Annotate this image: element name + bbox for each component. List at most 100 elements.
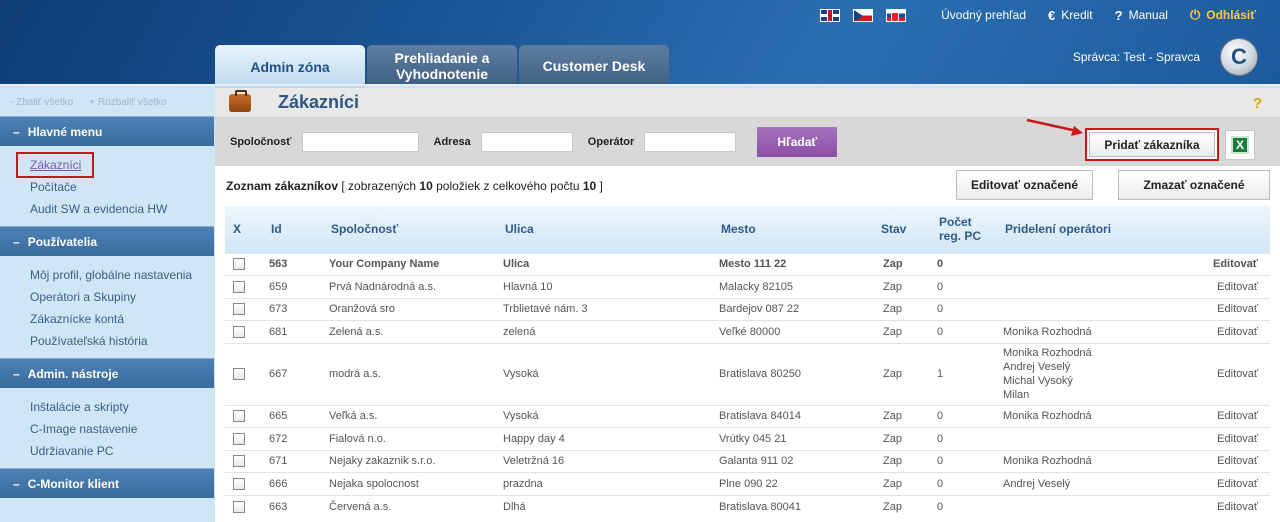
minus-icon: – bbox=[13, 124, 20, 139]
row-street: Ulica bbox=[495, 252, 711, 276]
sidebar-item-pc-maintenance[interactable]: Udržiavanie PC bbox=[30, 440, 214, 462]
row-id: 663 bbox=[261, 494, 321, 518]
col-operators: Pridelení operátori bbox=[1005, 222, 1112, 237]
operator-input[interactable] bbox=[644, 132, 737, 152]
row-pc-count: 1 bbox=[929, 342, 995, 405]
col-company[interactable]: Spoločnosť bbox=[321, 206, 495, 253]
tab-customer-desk[interactable]: Customer Desk bbox=[519, 45, 669, 86]
row-edit-link[interactable]: Editovať bbox=[1185, 252, 1270, 276]
row-edit-link[interactable]: Editovať bbox=[1185, 320, 1270, 343]
sidebar-item-my-profile[interactable]: Môj profil, globálne nastavenia bbox=[30, 264, 214, 286]
row-pc-count: 0 bbox=[929, 427, 995, 450]
add-customer-button[interactable]: Pridať zákazníka bbox=[1089, 132, 1215, 157]
row-edit-link[interactable]: Editovať bbox=[1185, 404, 1270, 428]
col-city[interactable]: Mesto bbox=[711, 206, 875, 253]
power-icon: ⏻ bbox=[1189, 7, 1201, 22]
row-checkbox[interactable] bbox=[233, 325, 245, 338]
excel-export-button[interactable]: X bbox=[1225, 130, 1255, 160]
help-icon: ? bbox=[1114, 7, 1123, 23]
col-pc-count[interactable]: Počet reg. PC bbox=[929, 206, 995, 253]
credit-link[interactable]: € Kredit bbox=[1048, 8, 1093, 23]
page-title-bar: Zákazníci ? bbox=[215, 88, 1280, 118]
sidebar-section-admin-tools[interactable]: – Admin. nástroje bbox=[0, 358, 214, 388]
row-company: Veľká a.s. bbox=[321, 404, 495, 428]
row-edit-link[interactable]: Editovať bbox=[1185, 275, 1270, 298]
table-row: 667 modrá a.s. Vysoká Bratislava 80250 Zap 1 M… bbox=[225, 342, 1270, 405]
sidebar-item-customer-accounts[interactable]: Zákaznícke kontá bbox=[30, 308, 214, 330]
operator-name: Milan bbox=[1003, 389, 1030, 401]
sidebar-section-main-menu[interactable]: – Hlavné menu bbox=[0, 116, 214, 146]
row-checkbox[interactable] bbox=[233, 280, 245, 293]
row-checkbox[interactable] bbox=[233, 303, 245, 316]
row-pc-count: 0 bbox=[929, 472, 995, 495]
row-edit-link[interactable]: Editovať bbox=[1185, 472, 1270, 495]
table-row: 671 Nejaky zakaznik s.r.o. Veletržná 16 Gal… bbox=[225, 449, 1270, 473]
row-pc-count: 0 bbox=[929, 320, 995, 343]
row-select-cell bbox=[225, 427, 261, 450]
table-row: 672 Fialová n.o. Happy day 4 Vrútky 045 21 Z… bbox=[225, 427, 1270, 450]
row-operators bbox=[995, 275, 1185, 298]
excel-icon: X bbox=[1231, 136, 1249, 154]
help-icon[interactable]: ? bbox=[1253, 95, 1262, 112]
row-edit-link[interactable]: Editovať bbox=[1185, 449, 1270, 473]
row-edit-link[interactable]: Editovať bbox=[1185, 494, 1270, 518]
shown-count: 10 bbox=[419, 179, 433, 193]
row-company: Your Company Name bbox=[321, 252, 495, 276]
sidebar-items-main-menu: Zákazníci Počítače Audit SW a evidencia … bbox=[0, 146, 214, 226]
row-edit-link[interactable]: Editovať bbox=[1185, 427, 1270, 450]
row-checkbox[interactable] bbox=[233, 500, 245, 513]
flag-cz-icon[interactable] bbox=[853, 8, 874, 22]
collapse-all-link[interactable]: - Zbaliť všetko bbox=[10, 97, 73, 108]
sidebar-item-cimage-settings[interactable]: C-Image nastavenie bbox=[30, 418, 214, 440]
search-button[interactable]: Hľadať bbox=[757, 127, 838, 157]
row-id: 671 bbox=[261, 449, 321, 473]
company-input[interactable] bbox=[301, 132, 419, 152]
row-checkbox[interactable] bbox=[233, 258, 245, 271]
row-select-cell bbox=[225, 252, 261, 276]
arrow-icon bbox=[1026, 118, 1083, 136]
row-checkbox[interactable] bbox=[233, 477, 245, 490]
flag-sk-icon[interactable] bbox=[886, 8, 907, 22]
sidebar-section-cmonitor-client[interactable]: – C-Monitor klient bbox=[0, 468, 214, 498]
row-city: Bardejov 087 22 bbox=[711, 297, 875, 321]
edit-selected-button[interactable]: Editovať označené bbox=[956, 170, 1093, 200]
sidebar-item-computers[interactable]: Počítače bbox=[30, 176, 214, 198]
sidebar-section-users[interactable]: – Používatelia bbox=[0, 226, 214, 256]
sidebar-item-user-history[interactable]: Používateľská história bbox=[30, 330, 214, 352]
sidebar-item-customers[interactable]: Zákazníci bbox=[16, 152, 214, 178]
row-operators: Monika Rozhodná bbox=[995, 320, 1185, 343]
sidebar: - Zbaliť všetko + Rozbaliť všetko – Hlav… bbox=[0, 88, 214, 522]
col-state[interactable]: Stav bbox=[875, 206, 929, 253]
col-id[interactable]: Id bbox=[261, 206, 321, 253]
row-checkbox[interactable] bbox=[233, 432, 245, 445]
section-title: Admin. nástroje bbox=[27, 366, 119, 381]
row-checkbox[interactable] bbox=[233, 410, 245, 423]
sidebar-item-operators[interactable]: Operátori a Skupiny bbox=[30, 286, 214, 308]
row-select-cell bbox=[225, 320, 261, 343]
row-select-cell bbox=[225, 472, 261, 495]
overview-link[interactable]: Úvodný prehľad bbox=[941, 8, 1026, 22]
row-edit-link[interactable]: Editovať bbox=[1185, 297, 1270, 321]
sidebar-items-admin-tools: Inštalácie a skripty C-Image nastavenie … bbox=[0, 388, 214, 468]
expand-all-link[interactable]: + Rozbaliť všetko bbox=[89, 97, 166, 108]
logout-link[interactable]: ⏻ Odhlásiť bbox=[1190, 7, 1256, 23]
briefcase-icon bbox=[229, 89, 251, 112]
row-edit-link[interactable]: Editovať bbox=[1185, 342, 1270, 405]
tab-admin-zone[interactable]: Admin zóna bbox=[215, 45, 365, 88]
sidebar-item-installs-scripts[interactable]: Inštalácie a skripty bbox=[30, 396, 214, 418]
address-input[interactable] bbox=[480, 132, 573, 152]
row-select-cell bbox=[225, 449, 261, 473]
col-street[interactable]: Ulica bbox=[495, 206, 711, 253]
row-checkbox[interactable] bbox=[233, 455, 245, 468]
manual-link[interactable]: ? Manual bbox=[1115, 8, 1168, 23]
row-checkbox[interactable] bbox=[233, 368, 245, 380]
tab-browse-evaluation[interactable]: Prehliadanie a Vyhodnotenie bbox=[367, 45, 517, 86]
admin-user[interactable]: Test - Spravca bbox=[1123, 50, 1200, 64]
row-street: Veletržná 16 bbox=[495, 449, 711, 473]
delete-selected-button[interactable]: Zmazať označené bbox=[1118, 170, 1270, 200]
sidebar-item-audit[interactable]: Audit SW a evidencia HW bbox=[30, 198, 214, 220]
row-id: 665 bbox=[261, 404, 321, 428]
row-select-cell bbox=[225, 494, 261, 518]
flag-uk-icon[interactable] bbox=[820, 8, 841, 22]
credit-label: Kredit bbox=[1061, 8, 1093, 22]
